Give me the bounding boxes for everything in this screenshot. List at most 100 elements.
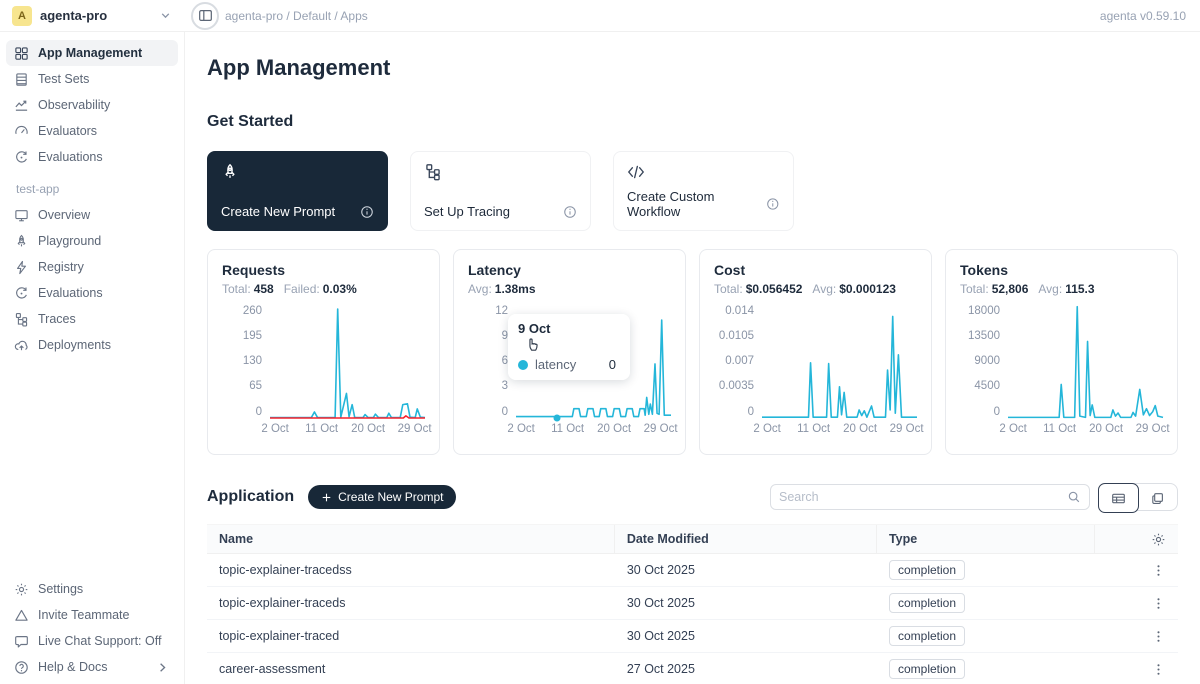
sidebar-collapse-button[interactable] bbox=[191, 2, 219, 30]
ellipsis-vertical-icon bbox=[1151, 662, 1166, 677]
series-requests-line bbox=[270, 309, 425, 418]
starter-card-create-custom-workflow[interactable]: Create Custom Workflow bbox=[613, 151, 794, 231]
ellipsis-vertical-icon bbox=[1151, 596, 1166, 611]
chart-plot: 9 Octlatency0 bbox=[516, 306, 671, 418]
card-view-button[interactable] bbox=[1138, 484, 1177, 512]
table-settings-button[interactable] bbox=[1151, 532, 1166, 547]
ellipsis-vertical-icon bbox=[1151, 563, 1166, 578]
y-axis-label: 0.007 bbox=[714, 356, 754, 368]
sidebar-item-help-docs[interactable]: Help & Docs bbox=[6, 654, 178, 680]
sidebar-item-registry[interactable]: Registry bbox=[6, 254, 178, 280]
search-icon[interactable] bbox=[1067, 490, 1081, 504]
chevron-right-icon bbox=[155, 660, 170, 675]
tooltip-series-label: latency bbox=[535, 357, 576, 372]
y-axis-label: 0 bbox=[960, 407, 1000, 419]
sidebar-item-evaluations[interactable]: Evaluations bbox=[6, 280, 178, 306]
x-axis-label: 20 Oct bbox=[351, 423, 385, 435]
chart-stat: Avg:$0.000123 bbox=[812, 282, 896, 296]
x-axis: 2 Oct11 Oct20 Oct29 Oct bbox=[516, 423, 671, 437]
table-row[interactable]: topic-explainer-traced30 Oct 2025complet… bbox=[207, 620, 1178, 653]
type-cell: completion bbox=[877, 593, 1095, 613]
sidebar-item-deployments[interactable]: Deployments bbox=[6, 332, 178, 358]
chart-plot bbox=[762, 306, 917, 418]
sidebar-item-label: App Management bbox=[38, 46, 142, 60]
chart-card-tokens: TokensTotal:52,806Avg:115.31800013500900… bbox=[945, 249, 1178, 455]
applications-table: Name Date Modified Type topic-explainer-… bbox=[207, 524, 1178, 684]
chart-stat: Total:$0.056452 bbox=[714, 282, 802, 296]
starter-card-create-new-prompt[interactable]: Create New Prompt bbox=[207, 151, 388, 231]
search-input[interactable] bbox=[779, 490, 1067, 504]
list-icon bbox=[14, 72, 29, 87]
org-name: agenta-pro bbox=[40, 8, 107, 23]
row-actions-button[interactable] bbox=[1151, 563, 1166, 578]
x-axis: 2 Oct11 Oct20 Oct29 Oct bbox=[270, 423, 425, 437]
table-row[interactable]: topic-explainer-traceds30 Oct 2025comple… bbox=[207, 587, 1178, 620]
info-icon[interactable] bbox=[766, 197, 780, 211]
sidebar-item-label: Test Sets bbox=[38, 72, 89, 86]
sidebar-item-traces[interactable]: Traces bbox=[6, 306, 178, 332]
chart-stat: Total:52,806 bbox=[960, 282, 1028, 296]
type-badge: completion bbox=[889, 626, 965, 646]
sidebar-item-test-sets[interactable]: Test Sets bbox=[6, 66, 178, 92]
sidebar-item-observability[interactable]: Observability bbox=[6, 92, 178, 118]
info-icon[interactable] bbox=[360, 205, 374, 219]
y-axis-label: 9 bbox=[468, 331, 508, 343]
column-header-type[interactable]: Type bbox=[877, 525, 1095, 553]
column-header-name[interactable]: Name bbox=[207, 525, 615, 553]
sidebar-item-label: Help & Docs bbox=[38, 660, 107, 674]
app-version: agenta v0.59.10 bbox=[1100, 9, 1200, 23]
chart-title: Requests bbox=[222, 262, 425, 278]
info-icon[interactable] bbox=[563, 205, 577, 219]
x-axis-label: 11 Oct bbox=[1043, 423, 1076, 435]
chart-marker-dot bbox=[554, 415, 561, 422]
row-actions-button[interactable] bbox=[1151, 629, 1166, 644]
help-icon bbox=[14, 660, 29, 675]
x-axis-label: 29 Oct bbox=[398, 423, 432, 435]
breadcrumb[interactable]: agenta-pro / Default / Apps bbox=[225, 9, 368, 23]
x-axis: 2 Oct11 Oct20 Oct29 Oct bbox=[1008, 423, 1163, 437]
sidebar-item-overview[interactable]: Overview bbox=[6, 202, 178, 228]
y-axis-label: 0 bbox=[468, 407, 508, 419]
ellipsis-vertical-icon bbox=[1151, 629, 1166, 644]
gauge-icon bbox=[14, 124, 29, 139]
top-bar: A agenta-pro agenta-pro / Default / Apps… bbox=[0, 0, 1200, 32]
chart-stat: Failed:0.03% bbox=[284, 282, 357, 296]
chart-title: Tokens bbox=[960, 262, 1163, 278]
x-axis-label: 2 Oct bbox=[753, 423, 780, 435]
starter-card-set-up-tracing[interactable]: Set Up Tracing bbox=[410, 151, 591, 231]
row-actions-button[interactable] bbox=[1151, 596, 1166, 611]
sidebar-item-label: Live Chat Support: Off bbox=[38, 634, 161, 648]
sidebar-item-app-management[interactable]: App Management bbox=[6, 40, 178, 66]
chart-title: Cost bbox=[714, 262, 917, 278]
column-header-actions bbox=[1095, 525, 1178, 553]
table-body: topic-explainer-tracedss30 Oct 2025compl… bbox=[207, 554, 1178, 684]
starter-card-label: Set Up Tracing bbox=[424, 204, 510, 219]
sidebar-item-label: Overview bbox=[38, 208, 90, 222]
application-title: Application bbox=[207, 488, 294, 506]
starter-card-label: Create New Prompt bbox=[221, 204, 335, 219]
row-actions-button[interactable] bbox=[1151, 662, 1166, 677]
x-axis-label: 2 Oct bbox=[261, 423, 288, 435]
get-started-title: Get Started bbox=[207, 113, 1178, 131]
table-row[interactable]: career-assessment27 Oct 2025completion bbox=[207, 653, 1178, 684]
sidebar-item-settings[interactable]: Settings bbox=[6, 576, 178, 602]
column-header-date-modified[interactable]: Date Modified bbox=[615, 525, 877, 553]
app-name-cell: career-assessment bbox=[207, 662, 615, 676]
org-selector[interactable]: A agenta-pro bbox=[0, 6, 185, 26]
table-view-button[interactable] bbox=[1098, 483, 1139, 513]
sidebar-item-evaluators[interactable]: Evaluators bbox=[6, 118, 178, 144]
sidebar-item-playground[interactable]: Playground bbox=[6, 228, 178, 254]
table-row[interactable]: topic-explainer-tracedss30 Oct 2025compl… bbox=[207, 554, 1178, 587]
date-modified-cell: 27 Oct 2025 bbox=[615, 662, 877, 676]
panel-left-icon bbox=[198, 8, 213, 23]
chart-card-requests: RequestsTotal:458Failed:0.03%26019513065… bbox=[207, 249, 440, 455]
sidebar-item-evaluations[interactable]: Evaluations bbox=[6, 144, 178, 170]
sidebar-nav-main: App ManagementTest SetsObservabilityEval… bbox=[6, 40, 178, 170]
sidebar-item-label: Playground bbox=[38, 234, 101, 248]
sidebar-item-live-chat-support-off[interactable]: Live Chat Support: Off bbox=[6, 628, 178, 654]
create-new-prompt-button[interactable]: Create New Prompt bbox=[308, 485, 456, 509]
x-axis-label: 11 Oct bbox=[797, 423, 830, 435]
sidebar-item-label: Evaluations bbox=[38, 150, 103, 164]
sidebar-item-label: Evaluations bbox=[38, 286, 103, 300]
sidebar-item-invite-teammate[interactable]: Invite Teammate bbox=[6, 602, 178, 628]
